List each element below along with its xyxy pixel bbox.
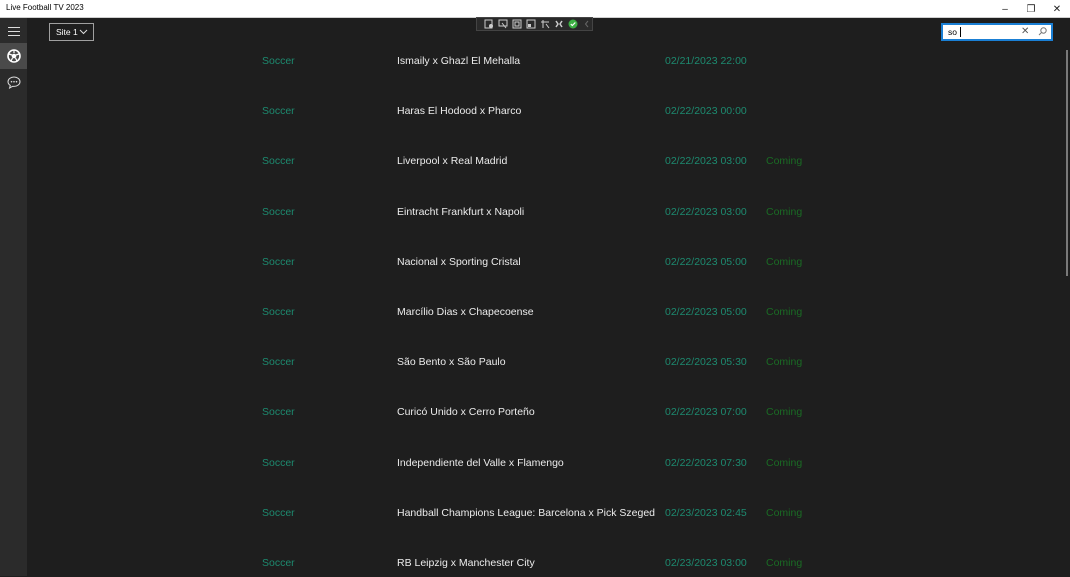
event-match: Ismaily x Ghazl El Mehalla — [397, 55, 521, 67]
event-datetime: 02/22/2023 03:00 — [665, 155, 747, 168]
event-category: Soccer — [262, 356, 295, 369]
sidebar — [0, 18, 27, 576]
event-row[interactable]: Soccer Liverpool x Real Madrid 02/22/2023 … — [27, 155, 1067, 175]
event-match: Curicó Unido x Cerro Porteño — [397, 406, 535, 419]
title-bar: Live Football TV 2023 – ❐ ✕ — [0, 0, 1070, 18]
event-status: Coming — [766, 557, 803, 569]
event-datetime: 02/22/2023 03:00 — [665, 205, 747, 218]
event-row[interactable]: Soccer RB Leipzig x Manchester City 02/23/… — [27, 557, 1067, 577]
event-category: Soccer — [262, 255, 295, 268]
event-match: Eintracht Frankfurt x Napoli — [397, 205, 525, 218]
window-title: Live Football TV 2023 — [6, 3, 84, 12]
event-row[interactable]: Soccer São Bento x São Paulo 02/22/2023 05… — [27, 356, 1067, 376]
event-category: Soccer — [262, 55, 295, 67]
event-status: Coming — [766, 306, 803, 318]
sidebar-menu-button[interactable] — [0, 18, 27, 44]
event-datetime: 02/21/2023 22:00 — [665, 55, 747, 67]
event-category: Soccer — [262, 456, 295, 469]
event-match: São Bento x São Paulo — [397, 356, 506, 369]
event-datetime: 02/23/2023 02:45 — [665, 506, 747, 519]
event-category: Soccer — [262, 506, 295, 519]
event-list: Soccer Ismaily x Ghazl El Mehalla 02/21/20… — [27, 18, 1067, 576]
event-match: Handball Champions League: Barcelona x P… — [397, 506, 655, 519]
event-datetime: 02/23/2023 03:00 — [665, 557, 747, 569]
event-category: Soccer — [262, 557, 295, 569]
hamburger-icon — [7, 26, 20, 36]
event-row[interactable]: Soccer Handball Champions League: Barcelo… — [27, 507, 1067, 527]
event-status: Coming — [766, 406, 803, 419]
event-datetime: 02/22/2023 07:30 — [665, 456, 747, 469]
event-match: RB Leipzig x Manchester City — [397, 557, 535, 569]
minimize-icon: – — [1002, 3, 1008, 15]
event-row[interactable]: Soccer Eintracht Frankfurt x Napoli 02/22/… — [27, 206, 1067, 226]
event-category: Soccer — [262, 306, 295, 318]
event-status: Coming — [766, 356, 803, 369]
event-match: Haras El Hodood x Pharco — [397, 105, 522, 118]
event-match: Independiente del Valle x Flamengo — [397, 456, 564, 469]
soccer-ball-icon — [6, 49, 21, 63]
event-row[interactable]: Soccer Curicó Unido x Cerro Porteño 02/22/… — [27, 406, 1067, 426]
minimize-button[interactable]: – — [992, 0, 1018, 18]
event-datetime: 02/22/2023 00:00 — [665, 105, 747, 118]
event-category: Soccer — [262, 205, 295, 218]
sidebar-item-soccer[interactable] — [0, 43, 27, 69]
close-button[interactable]: ✕ — [1044, 0, 1070, 18]
event-datetime: 02/22/2023 07:00 — [665, 406, 747, 419]
close-icon: ✕ — [1052, 3, 1062, 15]
event-match: Nacional x Sporting Cristal — [397, 255, 521, 268]
event-row[interactable]: Soccer Haras El Hodood x Pharco 02/22/2023… — [27, 105, 1067, 125]
maximize-button[interactable]: ❐ — [1018, 0, 1044, 18]
event-status: Coming — [766, 456, 803, 469]
event-status: Coming — [766, 255, 803, 268]
event-row[interactable]: Soccer Nacional x Sporting Cristal 02/22/2… — [27, 256, 1067, 276]
event-row[interactable]: Soccer Independiente del Valle x Flamengo… — [27, 457, 1067, 477]
event-datetime: 02/22/2023 05:00 — [665, 306, 747, 318]
restore-icon: ❐ — [1026, 3, 1036, 15]
event-row[interactable]: Soccer Ismaily x Ghazl El Mehalla 02/21/20… — [27, 55, 1067, 75]
event-status: Coming — [766, 155, 803, 168]
event-status: Coming — [766, 506, 803, 519]
sidebar-item-chat[interactable] — [0, 69, 27, 95]
event-match: Liverpool x Real Madrid — [397, 155, 508, 168]
event-row[interactable]: Soccer Marcílio Dias x Chapecoense 02/22/2… — [27, 306, 1067, 326]
event-category: Soccer — [262, 406, 295, 419]
event-status: Coming — [766, 205, 803, 218]
chat-bubble-icon — [6, 75, 21, 89]
event-datetime: 02/22/2023 05:30 — [665, 356, 747, 369]
event-match: Marcílio Dias x Chapecoense — [397, 306, 534, 318]
event-category: Soccer — [262, 155, 295, 168]
event-category: Soccer — [262, 105, 295, 118]
event-datetime: 02/22/2023 05:00 — [665, 255, 747, 268]
